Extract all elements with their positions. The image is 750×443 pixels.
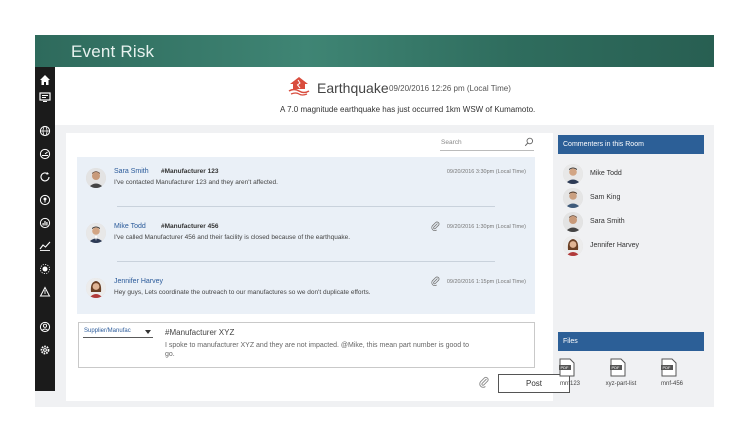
file-name[interactable]: mnf-456 [652, 381, 692, 387]
file-type: PDF [663, 365, 672, 370]
message-text: I've contacted Manufacturer 123 and they… [114, 179, 278, 186]
commenters-heading: Commenters in this Room [558, 135, 704, 154]
globe-icon[interactable] [38, 124, 52, 138]
file-type: PDF [561, 365, 570, 370]
message-author[interactable]: Sara Smith [114, 168, 149, 175]
event-risk-app: Event Risk Earthquake 09/20/2016 12:26 p… [35, 35, 714, 407]
commenter-name[interactable]: Sara Smith [590, 218, 625, 225]
message-time: 09/20/2016 1:15pm (Local Time) [446, 279, 526, 285]
chevron-down-icon[interactable] [145, 330, 151, 334]
message-time: 09/20/2016 3:30pm (Local Time) [446, 169, 526, 175]
event-title: Earthquake [317, 80, 389, 96]
left-nav [35, 67, 55, 391]
monitor-icon[interactable] [38, 90, 52, 104]
composer-tag[interactable]: #Manufacturer XYZ [165, 328, 234, 337]
file-name[interactable]: mnf123 [550, 381, 590, 387]
message-item: Sara Smith #Manufacturer 123 I've contac… [77, 157, 535, 207]
search-icon[interactable] [524, 137, 534, 147]
search-input[interactable]: Search [441, 139, 462, 146]
dropdown-value[interactable]: Supplier/Manufac [84, 328, 131, 334]
divider [117, 261, 495, 262]
pitch-icon[interactable] [38, 285, 52, 299]
divider [117, 206, 495, 207]
message-text: Hey guys, Lets coordinate the outreach t… [114, 289, 371, 296]
app-title: Event Risk [71, 42, 155, 61]
avatar [563, 212, 583, 232]
line-chart-icon[interactable] [38, 239, 52, 253]
sun-icon[interactable] [38, 262, 52, 276]
avatar [86, 223, 106, 243]
file-name[interactable]: xyz-part-list [601, 381, 641, 387]
files-heading: Files [558, 332, 704, 351]
supplier-dropdown[interactable]: Supplier/Manufac [83, 327, 153, 338]
commenter-item[interactable]: Mike Todd [563, 164, 703, 184]
file-item[interactable]: PDF mnf123 [550, 358, 590, 398]
top-bar: Event Risk [35, 35, 714, 67]
commenter-item[interactable]: Jennifer Harvey [563, 236, 703, 256]
commenter-name[interactable]: Jennifer Harvey [590, 242, 639, 249]
settings-icon[interactable] [38, 343, 52, 357]
message-text: I've called Manufacturer 456 and their f… [114, 234, 351, 241]
file-item[interactable]: PDF mnf-456 [652, 358, 692, 398]
avatar [563, 188, 583, 208]
event-header: Earthquake 09/20/2016 12:26 pm (Local Ti… [55, 67, 714, 125]
message-composer[interactable]: Supplier/Manufac #Manufacturer XYZ I spo… [78, 322, 535, 368]
commenter-name[interactable]: Sam King [590, 194, 620, 201]
avatar [86, 278, 106, 298]
commenter-item[interactable]: Sara Smith [563, 212, 703, 232]
avatar [563, 164, 583, 184]
file-item[interactable]: PDF xyz-part-list [601, 358, 641, 398]
paperclip-icon[interactable] [431, 221, 440, 231]
search-box[interactable]: Search [440, 137, 534, 151]
right-sidebar: Commenters in this Room Mike Todd Sam Ki… [558, 133, 704, 401]
message-item: Jennifer Harvey Hey guys, Lets coordinat… [77, 267, 535, 317]
commenter-item[interactable]: Sam King [563, 188, 703, 208]
message-tag[interactable]: #Manufacturer 456 [161, 223, 218, 230]
message-tag[interactable]: #Manufacturer 123 [161, 168, 218, 175]
commenter-name[interactable]: Mike Todd [590, 170, 622, 177]
event-description: A 7.0 magnitude earthquake has just occu… [280, 105, 536, 114]
message-author[interactable]: Mike Todd [114, 223, 146, 230]
attach-icon[interactable] [479, 376, 489, 388]
message-input[interactable]: I spoke to manufacturer XYZ and they are… [165, 341, 475, 359]
speedometer-icon[interactable] [38, 147, 52, 161]
pdf-icon[interactable]: PDF [661, 358, 677, 377]
discussion-panel: Search Sara Smith #Manufacturer 123 I've… [66, 133, 570, 401]
message-time: 09/20/2016 1:30pm (Local Time) [446, 224, 526, 230]
pdf-icon[interactable]: PDF [559, 358, 575, 377]
refresh-icon[interactable] [38, 170, 52, 184]
earthquake-icon [286, 75, 312, 97]
event-time: 09/20/2016 12:26 pm (Local Time) [389, 84, 511, 93]
pin-icon[interactable] [38, 193, 52, 207]
chart-icon[interactable] [38, 216, 52, 230]
user-icon[interactable] [38, 320, 52, 334]
pdf-icon[interactable]: PDF [610, 358, 626, 377]
file-type: PDF [612, 365, 621, 370]
home-icon[interactable] [38, 73, 52, 87]
message-list: Sara Smith #Manufacturer 123 I've contac… [77, 157, 535, 314]
avatar [563, 236, 583, 256]
message-item: Mike Todd #Manufacturer 456 I've called … [77, 212, 535, 262]
paperclip-icon[interactable] [431, 276, 440, 286]
avatar [86, 168, 106, 188]
message-author[interactable]: Jennifer Harvey [114, 278, 163, 285]
